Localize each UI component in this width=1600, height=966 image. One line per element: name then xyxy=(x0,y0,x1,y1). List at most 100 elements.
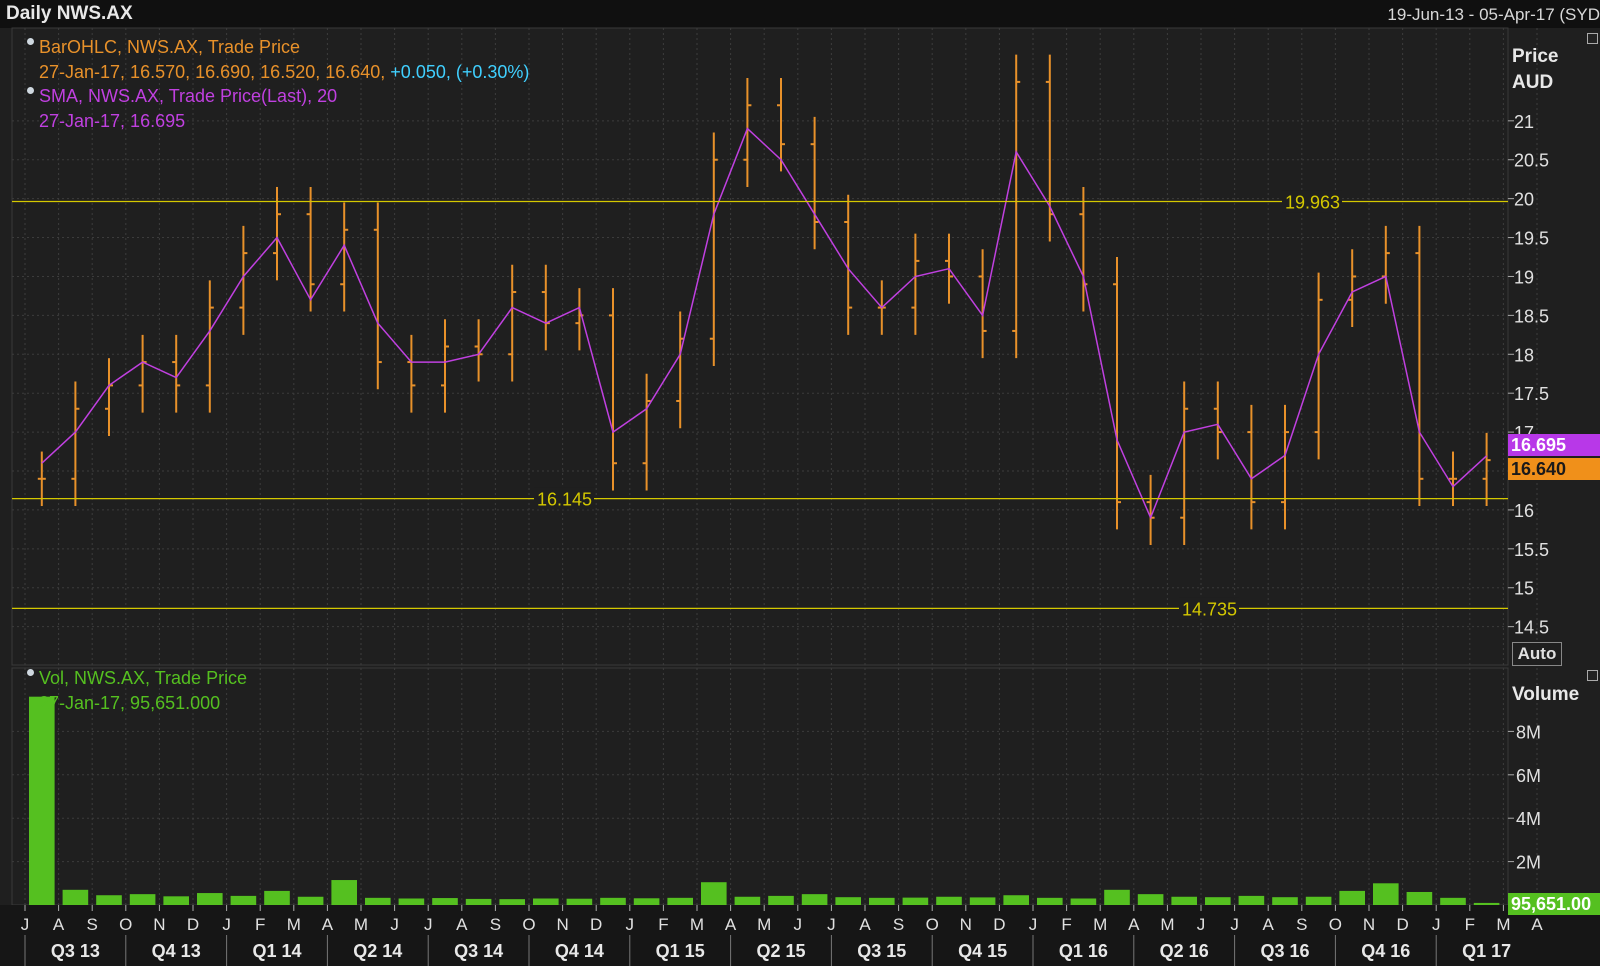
month-label: J xyxy=(390,915,399,934)
month-label: N xyxy=(960,915,972,934)
volume-bar xyxy=(1339,890,1365,905)
month-label: J xyxy=(222,915,231,934)
volume-bar xyxy=(197,893,223,905)
month-label: N xyxy=(153,915,165,934)
quarter-label: Q1 14 xyxy=(252,941,301,961)
month-label: J xyxy=(626,915,635,934)
month-label: N xyxy=(556,915,568,934)
volume-legend-icon[interactable] xyxy=(27,669,34,676)
month-label: S xyxy=(893,915,904,934)
quarter-label: Q3 13 xyxy=(51,941,100,961)
volume-bar xyxy=(1440,897,1466,905)
month-label: M xyxy=(690,915,704,934)
month-label: D xyxy=(993,915,1005,934)
month-label: O xyxy=(119,915,132,934)
ohlc-legend-icon[interactable] xyxy=(27,38,34,45)
price-tick-label: 21 xyxy=(1514,112,1534,132)
price-tick-label: 17.5 xyxy=(1514,384,1549,404)
quarter-label: Q1 17 xyxy=(1462,941,1511,961)
horizontal-line-label: 14.735 xyxy=(1182,599,1237,619)
quarter-label: Q2 14 xyxy=(353,941,402,961)
volume-bar xyxy=(297,896,324,905)
month-label: M xyxy=(287,915,301,934)
month-label: A xyxy=(456,915,468,934)
month-label: J xyxy=(1230,915,1239,934)
volume-bar xyxy=(1238,895,1265,905)
volume-bar xyxy=(1473,902,1500,905)
price-axis-ticks: 14.51515.51616.51717.51818.51919.52020.5… xyxy=(1508,112,1549,638)
sma-legend-name: SMA, NWS.AX, Trade Price(Last), 20 xyxy=(39,86,338,106)
quarter-label: Q4 15 xyxy=(958,941,1007,961)
month-label: J xyxy=(1197,915,1206,934)
volume-bar xyxy=(633,898,660,905)
volume-bar xyxy=(230,895,257,905)
month-label: F xyxy=(1061,915,1071,934)
sma-legend-value: 27-Jan-17, 16.695 xyxy=(39,111,186,131)
volume-bar xyxy=(1272,897,1298,905)
month-label: S xyxy=(87,915,98,934)
volume-bar xyxy=(264,890,290,905)
month-label: A xyxy=(322,915,334,934)
volume-bar xyxy=(566,898,593,905)
volume-last-value-tag: 95,651.00 xyxy=(1508,893,1600,915)
volume-bar xyxy=(29,696,55,905)
volume-bar xyxy=(365,897,391,905)
month-label: M xyxy=(1093,915,1107,934)
volume-bar xyxy=(1205,897,1231,905)
month-label: F xyxy=(255,915,265,934)
volume-bar xyxy=(1037,897,1063,905)
month-label: A xyxy=(1263,915,1275,934)
month-label: D xyxy=(590,915,602,934)
horizontal-line-label: 16.145 xyxy=(537,490,592,510)
quarter-label: Q1 16 xyxy=(1059,941,1108,961)
volume-bar xyxy=(801,894,828,905)
volume-bar xyxy=(1406,891,1433,905)
quarter-label: Q3 15 xyxy=(857,941,906,961)
price-tick-label: 16 xyxy=(1514,501,1534,521)
volume-bar xyxy=(734,896,761,905)
volume-bar xyxy=(969,897,996,905)
volume-bar xyxy=(465,898,492,905)
price-tick-label: 18 xyxy=(1514,345,1534,365)
volume-axis-title: Volume xyxy=(1512,684,1579,705)
volume-pane-frame xyxy=(11,667,1509,906)
volume-bar xyxy=(163,896,189,905)
volume-bar xyxy=(432,898,458,905)
price-tick-label: 15.5 xyxy=(1514,540,1549,560)
month-label: J xyxy=(1432,915,1441,934)
month-label: J xyxy=(1029,915,1038,934)
month-label: O xyxy=(926,915,939,934)
month-label: A xyxy=(1531,915,1543,934)
sma-last-value-tag: 16.695 xyxy=(1508,434,1600,456)
month-label: F xyxy=(1465,915,1475,934)
volume-tick-label: 8M xyxy=(1516,722,1541,742)
price-pane-frame xyxy=(11,27,1509,666)
month-label: N xyxy=(1363,915,1375,934)
volume-bar xyxy=(1373,883,1399,905)
volume-bar xyxy=(600,897,626,905)
ohlc-change: +0.050, (+0.30%) xyxy=(390,62,530,82)
volume-bar xyxy=(1305,896,1332,905)
volume-bar xyxy=(667,897,693,905)
volume-bar xyxy=(1171,896,1197,905)
volume-bar xyxy=(1003,895,1029,905)
month-label: S xyxy=(1296,915,1307,934)
quarter-label: Q4 13 xyxy=(152,941,201,961)
volume-legend-name: Vol, NWS.AX, Trade Price xyxy=(39,668,248,688)
reference-lines[interactable]: 19.963 16.145 14.735 xyxy=(12,190,1508,620)
month-label: A xyxy=(859,915,871,934)
auto-scale-button[interactable]: Auto xyxy=(1512,642,1562,666)
volume-bar xyxy=(869,897,895,905)
ohlc-legend-values: 27-Jan-17, 16.570, 16.690, 16.520, 16.64… xyxy=(39,62,529,83)
month-label: D xyxy=(1396,915,1408,934)
volume-pane-menu-icon[interactable] xyxy=(1587,670,1598,681)
month-label: D xyxy=(187,915,199,934)
volume-bar xyxy=(1137,894,1164,905)
price-last-value-tag: 16.640 xyxy=(1508,458,1600,480)
sma-legend-icon[interactable] xyxy=(27,87,34,94)
price-pane-menu-icon[interactable] xyxy=(1587,33,1598,44)
volume-axis-ticks: 2M 4M 6M 8M xyxy=(1508,722,1541,873)
volume-bar xyxy=(835,897,861,905)
chart-canvas[interactable]: 14.51515.51616.51717.51818.51919.52020.5… xyxy=(0,0,1600,966)
quarter-label: Q3 14 xyxy=(454,941,503,961)
